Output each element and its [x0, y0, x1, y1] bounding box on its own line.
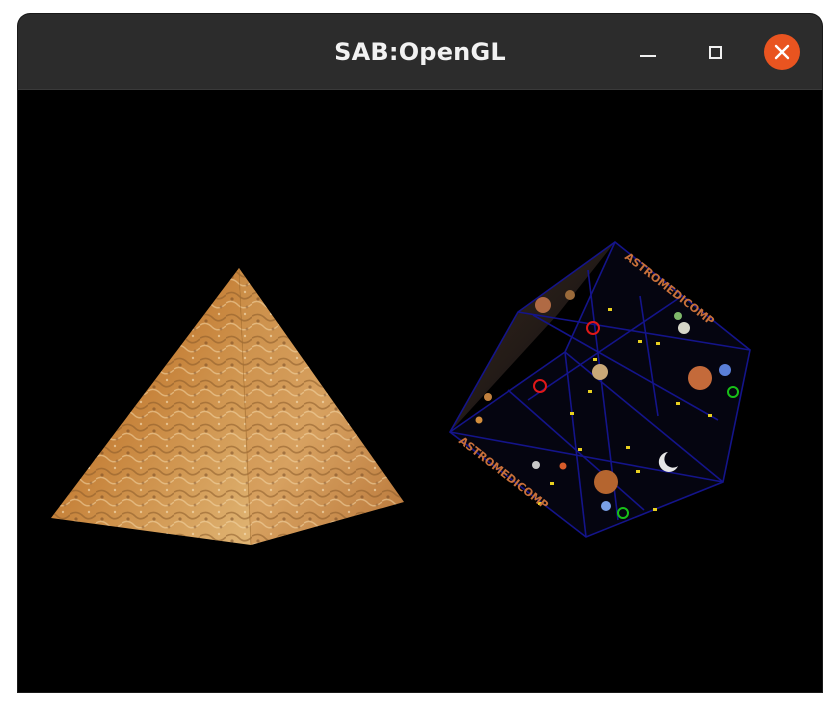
opengl-canvas[interactable]: ASTROMEDICOMP ASTROMEDICOMP — [18, 90, 822, 692]
pyramid — [51, 267, 404, 546]
minimize-button[interactable] — [630, 34, 666, 70]
close-icon — [774, 44, 790, 60]
title-bar[interactable]: SAB:OpenGL — [18, 14, 822, 90]
scene-render: ASTROMEDICOMP ASTROMEDICOMP — [51, 240, 751, 546]
minimize-icon — [640, 55, 656, 57]
maximize-icon — [708, 45, 722, 59]
app-window: SAB:OpenGL ASTROMEDICOMP ASTROMEDICOMP — [18, 14, 822, 692]
maximize-button[interactable] — [697, 34, 733, 70]
cube: ASTROMEDICOMP ASTROMEDICOMP — [448, 240, 751, 538]
close-button[interactable] — [764, 34, 800, 70]
